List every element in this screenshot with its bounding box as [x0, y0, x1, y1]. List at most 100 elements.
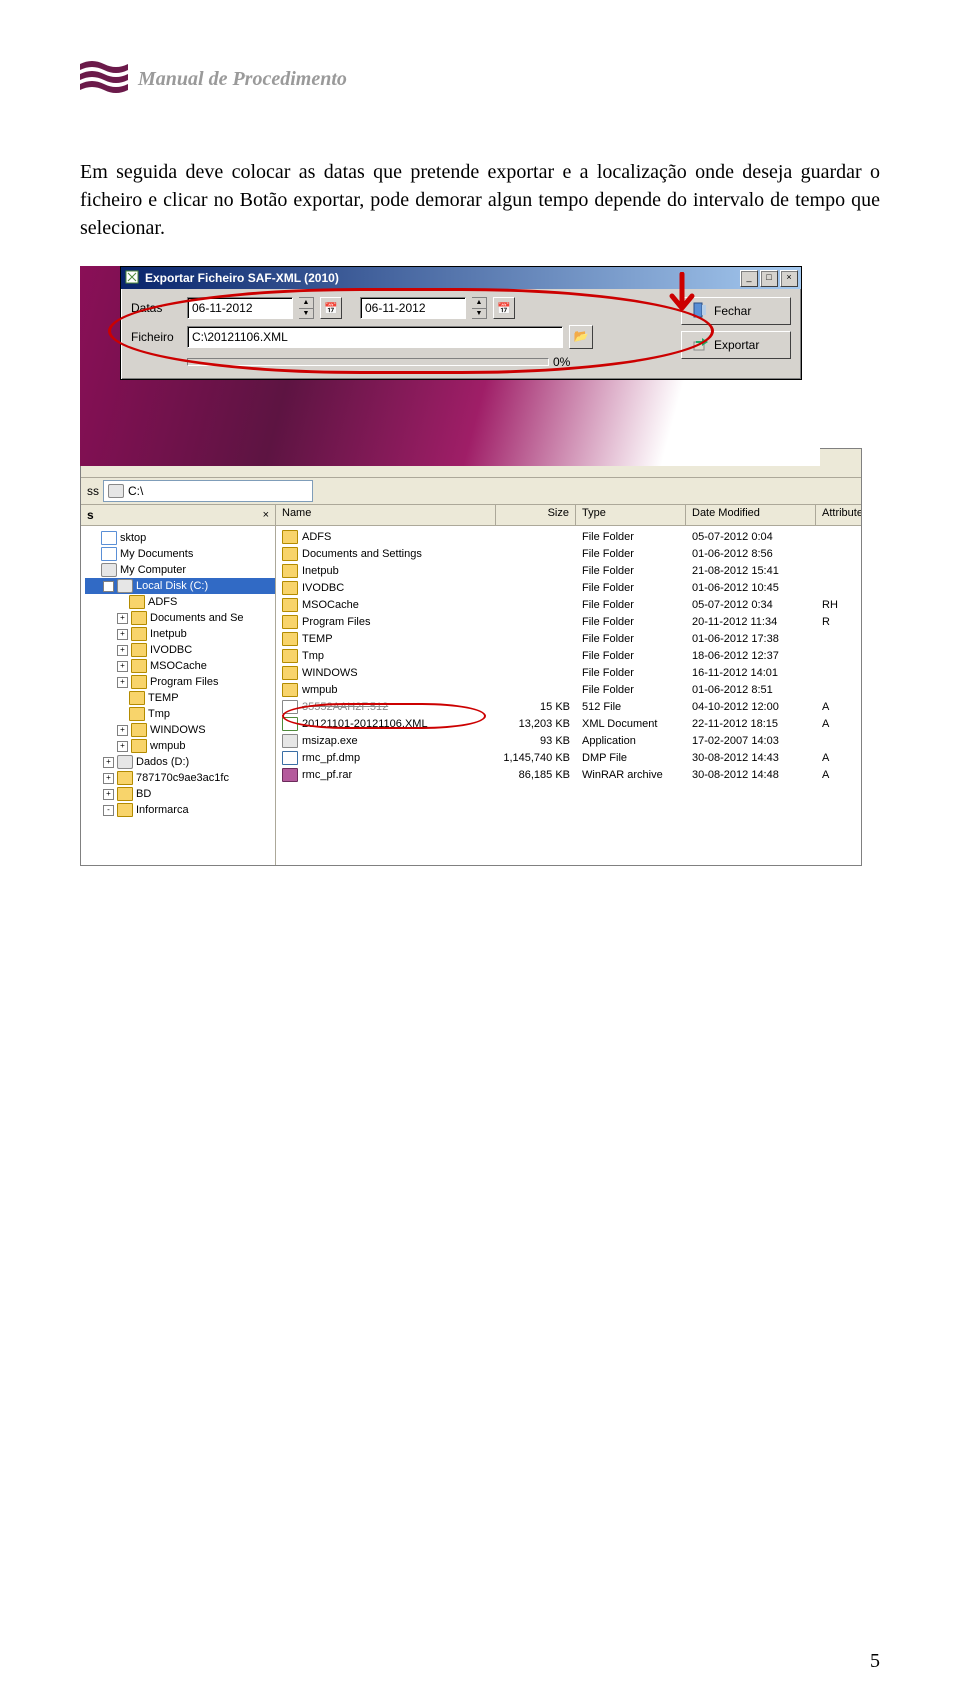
list-row[interactable]: TEMPFile Folder01-06-2012 17:38	[276, 630, 861, 647]
tree-expander-icon[interactable]: +	[117, 725, 128, 736]
file-type: DMP File	[576, 752, 686, 764]
tree-item[interactable]: -Informarca	[85, 802, 275, 818]
list-row[interactable]: WINDOWSFile Folder16-11-2012 14:01	[276, 664, 861, 681]
list-row[interactable]: TmpFile Folder18-06-2012 12:37	[276, 647, 861, 664]
minimize-button[interactable]: _	[740, 270, 758, 287]
tree-expander-icon[interactable]: +	[103, 789, 114, 800]
file-date: 16-11-2012 14:01	[686, 667, 816, 679]
tree-expander-icon[interactable]: +	[103, 773, 114, 784]
calendar-icon[interactable]: 📅	[320, 297, 342, 319]
tree-item[interactable]: +BD	[85, 786, 275, 802]
list-row[interactable]: wmpubFile Folder01-06-2012 8:51	[276, 681, 861, 698]
list-row[interactable]: 20121101-20121106.XML13,203 KBXML Docume…	[276, 715, 861, 732]
tree-item[interactable]: +wmpub	[85, 738, 275, 754]
folder-icon	[117, 803, 133, 817]
tree-expander-icon	[117, 710, 126, 719]
tree-item[interactable]: +Dados (D:)	[85, 754, 275, 770]
address-input[interactable]: C:\	[103, 480, 313, 502]
tree-expander-icon[interactable]: +	[103, 757, 114, 768]
file-path-input[interactable]: C:\20121106.XML	[187, 326, 563, 348]
fechar-button[interactable]: Fechar	[681, 297, 791, 325]
col-attr[interactable]: Attributes	[816, 505, 861, 525]
date-to-input[interactable]: 06-11-2012	[360, 297, 466, 319]
address-value: C:\	[128, 481, 143, 501]
tree-expander-icon[interactable]: +	[117, 613, 128, 624]
list-row[interactable]: ADFSFile Folder05-07-2012 0:04	[276, 528, 861, 545]
tree-item[interactable]: Tmp	[85, 706, 275, 722]
list-row[interactable]: Program FilesFile Folder20-11-2012 11:34…	[276, 613, 861, 630]
list-row[interactable]: rmc_pf.dmp1,145,740 KBDMP File30-08-2012…	[276, 749, 861, 766]
file-type: File Folder	[576, 565, 686, 577]
col-size[interactable]: Size	[496, 505, 576, 525]
tree-expander-icon[interactable]: +	[117, 629, 128, 640]
tree-item[interactable]: +IVODBC	[85, 642, 275, 658]
date-to-spinner[interactable]: ▲▼	[472, 297, 487, 319]
folder-icon	[282, 632, 298, 646]
dialog-titlebar[interactable]: Exportar Ficheiro SAF-XML (2010) _ □ ×	[121, 267, 801, 289]
file-type: File Folder	[576, 650, 686, 662]
date-from-spinner[interactable]: ▲▼	[299, 297, 314, 319]
col-date[interactable]: Date Modified	[686, 505, 816, 525]
tree-expander-icon[interactable]: +	[117, 645, 128, 656]
tree-item[interactable]: +Program Files	[85, 674, 275, 690]
list-row[interactable]: Documents and SettingsFile Folder01-06-2…	[276, 545, 861, 562]
file-date: 04-10-2012 12:00	[686, 701, 816, 713]
dialog-title: Exportar Ficheiro SAF-XML (2010)	[145, 271, 339, 285]
tree-item[interactable]: sktop	[85, 530, 275, 546]
close-button[interactable]: ×	[780, 270, 798, 287]
tree-item[interactable]: My Documents	[85, 546, 275, 562]
file-list[interactable]: Name Size Type Date Modified Attributes …	[276, 505, 861, 865]
list-row[interactable]: msizap.exe93 KBApplication17-02-2007 14:…	[276, 732, 861, 749]
file-type: File Folder	[576, 582, 686, 594]
file-date: 18-06-2012 12:37	[686, 650, 816, 662]
door-icon	[692, 302, 708, 321]
file-icon	[282, 700, 298, 714]
list-row[interactable]: IVODBCFile Folder01-06-2012 10:45	[276, 579, 861, 596]
folder-icon	[131, 627, 147, 641]
tree-item[interactable]: My Computer	[85, 562, 275, 578]
tree-item[interactable]: +Inetpub	[85, 626, 275, 642]
tree-item[interactable]: +WINDOWS	[85, 722, 275, 738]
folder-icon	[117, 787, 133, 801]
tree-item[interactable]: +787170c9ae3ac1fc	[85, 770, 275, 786]
tree-expander-icon[interactable]: -	[103, 805, 114, 816]
tree-item[interactable]: ADFS	[85, 594, 275, 610]
exportar-button[interactable]: Exportar	[681, 331, 791, 359]
tree-expander-icon[interactable]: +	[117, 661, 128, 672]
list-row[interactable]: InetpubFile Folder21-08-2012 15:41	[276, 562, 861, 579]
folder-icon	[282, 598, 298, 612]
tree-item[interactable]: +Documents and Se	[85, 610, 275, 626]
progress-bar	[187, 358, 549, 366]
file-name: Inetpub	[302, 564, 339, 576]
list-row[interactable]: 35552AAH2F.51215 KB512 File04-10-2012 12…	[276, 698, 861, 715]
label-ficheiro: Ficheiro	[131, 330, 181, 344]
tree-item[interactable]: TEMP	[85, 690, 275, 706]
paragraph-intro: Em seguida deve colocar as datas que pre…	[80, 158, 880, 242]
tree-item-label: sktop	[120, 532, 146, 544]
xml-icon	[282, 717, 298, 731]
tree-expander-icon[interactable]: +	[117, 677, 128, 688]
tree-item-label: ADFS	[148, 596, 177, 608]
list-row[interactable]: MSOCacheFile Folder05-07-2012 0:34RH	[276, 596, 861, 613]
tree-item-label: My Computer	[120, 564, 186, 576]
folder-icon	[131, 675, 147, 689]
list-row[interactable]: rmc_pf.rar86,185 KBWinRAR archive30-08-2…	[276, 766, 861, 783]
col-name[interactable]: Name	[276, 505, 496, 525]
file-size: 93 KB	[496, 735, 576, 747]
tree-item[interactable]: -Local Disk (C:)	[85, 578, 275, 594]
tree-expander-icon	[89, 534, 98, 543]
file-date: 20-11-2012 11:34	[686, 616, 816, 628]
col-type[interactable]: Type	[576, 505, 686, 525]
list-header[interactable]: Name Size Type Date Modified Attributes	[276, 505, 861, 526]
date-from-input[interactable]: 06-11-2012	[187, 297, 293, 319]
browse-folder-button[interactable]: 📂	[569, 325, 593, 349]
file-name: IVODBC	[302, 581, 344, 593]
file-date: 01-06-2012 8:56	[686, 548, 816, 560]
tree-close-button[interactable]: ×	[263, 509, 269, 521]
maximize-button[interactable]: □	[760, 270, 778, 287]
tree-expander-icon[interactable]: -	[103, 581, 114, 592]
calendar-icon[interactable]: 📅	[493, 297, 515, 319]
folder-tree[interactable]: s × sktopMy DocumentsMy Computer-Local D…	[81, 505, 276, 865]
tree-expander-icon[interactable]: +	[117, 741, 128, 752]
tree-item[interactable]: +MSOCache	[85, 658, 275, 674]
